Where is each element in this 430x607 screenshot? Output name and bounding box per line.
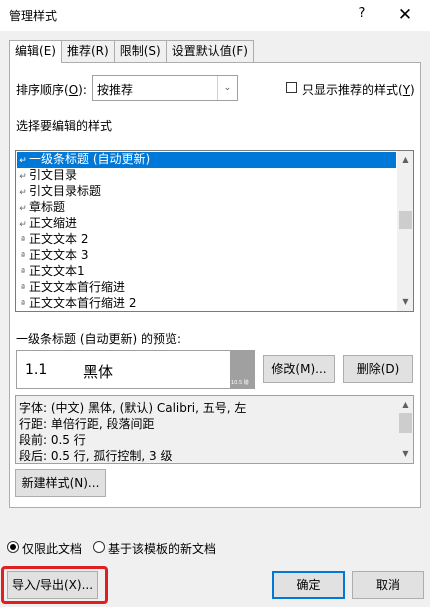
scroll-up-icon[interactable]: ▲ [397,398,413,412]
tab-restrict-accel: (S) [143,44,161,58]
style-preview: 1.1 黑体 10.5 磅 [16,350,255,389]
paragraph-style-icon: ↵ [19,172,27,182]
scroll-thumb[interactable] [399,413,412,433]
recommended-only-accel: Y [402,83,411,97]
sort-order-label: 排序顺序(O): [16,81,87,98]
list-item-label: 引文目录 [29,168,78,182]
tab-set-defaults-accel: (F) [231,44,248,58]
list-item[interactable]: ↵ 章标题 [17,200,396,216]
tab-recommend[interactable]: 推荐(R) [60,40,115,62]
new-documents-label[interactable]: 基于该模板的新文档 [108,540,216,557]
preview-number: 1.1 [25,362,48,378]
this-document-radio[interactable] [7,541,19,553]
description-line: 行距: 单倍行距, 段落间距 [19,417,155,431]
sort-order-accel: O [68,83,79,97]
list-item-label: 正文文本 2 [29,232,89,246]
list-item[interactable]: ↵ 一级条标题 (自动更新) [17,152,396,168]
tab-recommend-accel: (R) [90,44,109,58]
character-style-icon: ª [20,268,26,278]
preview-size-text: 10.5 磅 [231,380,249,386]
scroll-thumb[interactable] [399,211,412,229]
sort-order-dropdown[interactable]: 按推荐 ⌄ [92,75,238,101]
this-document-label[interactable]: 仅限此文档 [22,540,82,557]
list-item-label: 一级条标题 (自动更新) [29,152,151,166]
list-item-label: 引文目录标题 [29,184,102,198]
list-item-label: 正文缩进 [29,216,78,230]
sort-order-value: 按推荐 [97,83,134,97]
tab-restrict[interactable]: 限制(S) [113,40,167,62]
description-line: 字体: (中文) 黑体, (默认) Calibri, 五号, 左 [19,401,247,415]
paragraph-style-icon: ↵ [19,220,27,230]
title-bar: 管理样式 ? ✕ [0,0,430,31]
highlight-box [1,566,108,604]
help-button[interactable]: ? [355,6,369,24]
tab-edit-accel: (E) [39,44,56,58]
delete-button[interactable]: 删除(D) [343,355,413,383]
ok-button[interactable]: 确定 [272,571,345,599]
chevron-down-icon: ⌄ [217,76,237,100]
description-line: 段前: 0.5 行 [19,433,86,447]
paragraph-style-icon: ↵ [19,188,27,198]
sort-order-label-text: 排序顺序( [16,83,69,97]
tab-edit[interactable]: 编辑(E) [9,40,62,63]
tab-restrict-label: 限制 [119,44,144,58]
recommended-only-checkbox[interactable] [286,82,297,93]
list-item[interactable]: ª 正文文本 2 [17,232,396,248]
scroll-down-icon[interactable]: ▼ [397,295,413,309]
recommended-only-label-text: 只显示推荐的样式( [302,83,403,97]
tab-set-defaults[interactable]: 设置默认值(F) [165,40,254,62]
character-style-icon: ª [20,284,26,294]
list-item[interactable]: ª 正文文本首行缩进 [17,280,396,296]
sort-order-label-end: ): [78,83,87,97]
list-item[interactable]: ↵ 正文缩进 [17,216,396,232]
tab-strip: 编辑(E) 推荐(R) 限制(S) 设置默认值(F) [9,40,254,63]
description-line: 段后: 0.5 行, 孤行控制, 3 级 [19,449,173,463]
style-list-scrollbar[interactable]: ▲ ▼ [397,151,413,311]
list-item[interactable]: ª 正文文本首行缩进 2 [17,296,396,311]
tab-edit-label: 编辑 [15,44,40,58]
paragraph-style-icon: ↵ [19,156,27,166]
preview-label: 一级条标题 (自动更新) 的预览: [16,332,182,346]
list-item-label: 正文文本1 [29,264,85,278]
list-item[interactable]: ↵ 引文目录标题 [17,184,396,200]
tab-recommend-label: 推荐 [66,44,91,58]
list-item-label: 章标题 [29,200,66,214]
scroll-down-icon[interactable]: ▼ [397,447,413,461]
preview-font: 黑体 [83,363,114,381]
list-item-label: 正文文本首行缩进 [29,280,126,294]
list-item-label: 正文文本 3 [29,248,89,262]
paragraph-style-icon: ↵ [19,204,27,214]
new-documents-radio[interactable] [93,541,105,553]
character-style-icon: ª [20,300,26,310]
list-item[interactable]: ↵ 引文目录 [17,168,396,184]
list-item[interactable]: ª 正文文本1 [17,264,396,280]
close-button[interactable]: ✕ [393,4,417,26]
recommended-only-label[interactable]: 只显示推荐的样式(Y) [302,81,415,98]
modify-button[interactable]: 修改(M)... [263,355,335,383]
cancel-button[interactable]: 取消 [352,571,424,599]
style-description: 字体: (中文) 黑体, (默认) Calibri, 五号, 左 行距: 单倍行… [15,395,414,464]
select-style-label: 选择要编辑的样式 [16,119,113,133]
recommended-only-label-end: ) [410,83,415,97]
style-list[interactable]: ↵ 一级条标题 (自动更新) ↵ 引文目录 ↵ 引文目录标题 ↵ 章标题 ↵ 正文缩进 ª… [15,150,414,312]
scroll-up-icon[interactable]: ▲ [397,153,413,167]
description-scrollbar[interactable]: ▲ ▼ [397,396,413,463]
character-style-icon: ª [20,252,26,262]
preview-size-indicator: 10.5 磅 [230,351,254,388]
new-style-button[interactable]: 新建样式(N)... [15,469,106,497]
list-item[interactable]: ª 正文文本 3 [17,248,396,264]
character-style-icon: ª [20,236,26,246]
list-item-label: 正文文本首行缩进 2 [29,296,137,310]
window-title: 管理样式 [9,9,58,23]
tab-set-defaults-label: 设置默认值 [171,44,232,58]
